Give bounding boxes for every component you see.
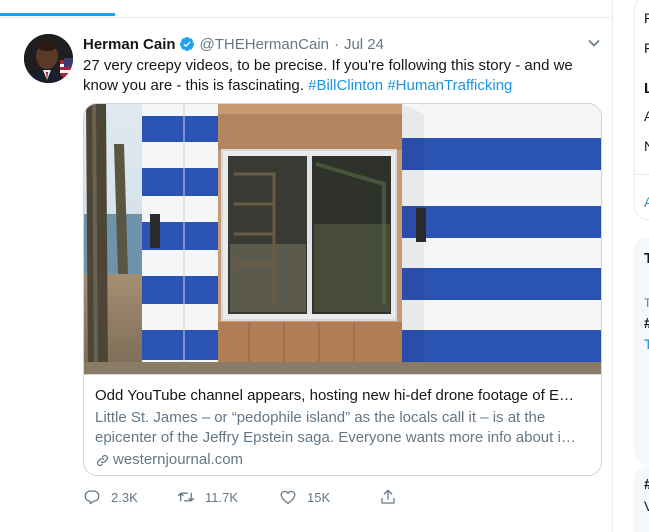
card-description-line-2: epicenter of the Jeffry Epstein saga. Ev…	[95, 429, 576, 446]
reply-icon	[84, 490, 100, 505]
like-icon	[280, 490, 296, 505]
sidebar-text-fragment[interactable]: A	[644, 108, 649, 124]
sidebar-text-fragment: L	[644, 80, 649, 97]
author-handle[interactable]: @THEHermanCain	[200, 36, 329, 53]
card-domain-text[interactable]: westernjournal.com	[113, 450, 243, 470]
hashtag-billclinton[interactable]: #BillClinton	[308, 77, 383, 94]
card-domain[interactable]: westernjournal.com	[95, 450, 590, 470]
sidebar-text-fragment: T	[644, 296, 649, 310]
sidebar-text-fragment[interactable]: F	[644, 10, 649, 26]
share-button[interactable]	[379, 487, 407, 507]
reply-count: 2.3K	[111, 489, 138, 505]
chevron-down-icon[interactable]	[586, 35, 602, 51]
like-button[interactable]: 15K	[279, 487, 330, 507]
tweet-text: 27 very creepy videos, to be precise. If…	[83, 56, 598, 96]
avatar[interactable]	[24, 34, 73, 83]
timeline-tab-strip	[0, 0, 612, 18]
card-image[interactable]	[84, 104, 601, 374]
tweet-date[interactable]: Jul 24	[344, 36, 384, 53]
hashtag-humantrafficking[interactable]: #HumanTrafficking	[387, 77, 512, 94]
timeline-column: Herman Cain @THEHermanCain · Jul 24 27 v…	[0, 0, 613, 532]
retweet-count: 11.7K	[205, 489, 239, 505]
tweet-actions: 2.3K 11.7K 15K	[83, 487, 503, 507]
right-sidebar: F F L A N A T T # T # V	[614, 0, 649, 532]
retweet-button[interactable]: 11.7K	[177, 487, 238, 507]
sidebar-text-fragment[interactable]: N	[644, 138, 649, 154]
sidebar-text-fragment[interactable]: A	[644, 194, 649, 210]
link-icon	[95, 453, 110, 468]
author-name[interactable]: Herman Cain	[83, 36, 176, 53]
card-description: Little St. James – or “pedophile island”…	[95, 408, 590, 448]
tweet[interactable]: Herman Cain @THEHermanCain · Jul 24 27 v…	[0, 19, 612, 532]
sidebar-text-fragment[interactable]: #	[644, 476, 649, 493]
like-count: 15K	[307, 489, 331, 505]
tweet-header: Herman Cain @THEHermanCain · Jul 24	[83, 34, 384, 54]
share-icon	[381, 489, 395, 504]
sidebar-text-fragment: V	[644, 498, 649, 514]
card-body[interactable]: Odd YouTube channel appears, hosting new…	[84, 374, 601, 475]
link-preview-card[interactable]: Odd YouTube channel appears, hosting new…	[83, 103, 602, 476]
sidebar-text-fragment: T	[644, 250, 649, 267]
sidebar-text-fragment[interactable]: #	[644, 315, 649, 332]
active-tab-indicator	[0, 13, 115, 16]
sidebar-divider	[634, 174, 649, 175]
verified-badge-icon	[179, 36, 195, 52]
sidebar-text-fragment[interactable]: F	[644, 40, 649, 56]
card-title[interactable]: Odd YouTube channel appears, hosting new…	[95, 386, 590, 406]
retweet-icon	[177, 492, 195, 502]
reply-button[interactable]: 2.3K	[83, 487, 138, 507]
header-separator: ·	[333, 35, 339, 53]
sidebar-text-fragment[interactable]: T	[644, 336, 649, 352]
card-description-line-1: Little St. James – or “pedophile island”…	[95, 409, 546, 426]
